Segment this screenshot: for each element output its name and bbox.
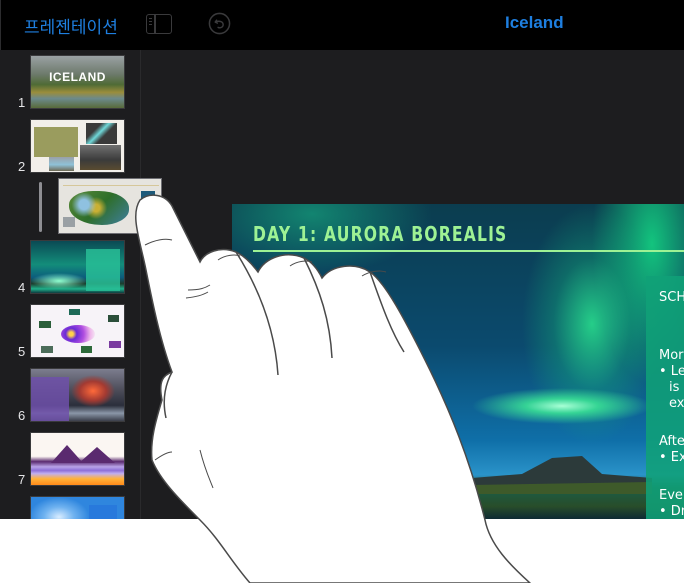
mountain-silhouette (412, 456, 652, 494)
slide-number-5: 5 (18, 344, 26, 359)
document-title: Iceland (505, 13, 564, 32)
title-underline (253, 250, 684, 252)
slide-1-title: ICELAND (49, 70, 106, 84)
schedule-line-6: • Ex (659, 450, 684, 465)
slide-number-7: 7 (18, 472, 26, 487)
slide-3-header-line (63, 185, 159, 186)
schedule-panel[interactable]: SCH Mor • Le is ex Afte • Ex Eve • Dr (646, 276, 684, 519)
slide-5-earth-diagram (61, 325, 95, 343)
slide-5-photo-6 (41, 346, 53, 353)
slide-5-photo-5 (81, 346, 92, 353)
slide-thumbnail-6[interactable] (30, 368, 125, 422)
slide-number-1: 1 (18, 95, 26, 110)
presentations-back-button[interactable]: 프레젠테이션 (24, 13, 118, 38)
slide-navigator[interactable]: ICELAND 1 2 4 5 6 7 (0, 50, 141, 519)
schedule-line-8: • Dr (659, 504, 684, 519)
slide-title[interactable]: DAY 1: AURORA BOREALIS (253, 222, 507, 246)
slide-number-6: 6 (18, 408, 26, 423)
schedule-line-2: • Le (659, 364, 684, 379)
schedule-line-3: is (669, 380, 680, 395)
slide-2-photo-river (86, 123, 117, 144)
slide-7-mountain-shape (79, 447, 115, 463)
slide-thumbnail-4[interactable] (30, 240, 125, 294)
toolbar: 프레젠테이션 Iceland (0, 0, 684, 50)
slide-5-photo-1 (39, 321, 51, 328)
schedule-line-7: Eve (659, 488, 683, 503)
slide-2-photo-mountain (80, 145, 121, 170)
slide-thumbnail-7[interactable] (30, 432, 125, 486)
slide-4-schedule-panel (86, 249, 120, 291)
slide-2-photo-lake (49, 157, 74, 171)
slide-8-text-panel (89, 505, 117, 519)
slide-thumbnail-8[interactable] (30, 496, 125, 519)
schedule-line-5: Afte (659, 434, 684, 449)
dragged-slide-thumbnail-3[interactable] (58, 178, 162, 234)
sidebar-icon[interactable] (146, 14, 172, 34)
slide-3-photo (141, 191, 155, 199)
undo-icon[interactable] (208, 12, 231, 35)
slide-2-text-box (34, 127, 78, 157)
slide-number-4: 4 (18, 280, 26, 295)
slide-thumbnail-5[interactable] (30, 304, 125, 358)
slide-6-text-panel (31, 377, 69, 421)
slide-3-map (69, 191, 129, 225)
schedule-line-1: Mor (659, 348, 684, 363)
schedule-line-4: ex (669, 396, 684, 411)
current-slide-canvas[interactable]: DAY 1: AURORA BOREALIS SCH Mor • Le is e… (232, 204, 684, 519)
drop-position-indicator (39, 182, 42, 232)
slide-5-photo-4 (109, 341, 121, 348)
slide-5-photo-2 (69, 309, 80, 315)
slide-thumbnail-2[interactable] (30, 119, 125, 173)
app-screen: 프레젠테이션 Iceland ICELAND 1 2 4 5 6 7 DAY 1… (0, 0, 684, 519)
schedule-heading: SCH (659, 290, 684, 305)
slide-number-2: 2 (18, 159, 26, 174)
slide-3-small-photo (63, 217, 75, 227)
slide-5-photo-3 (108, 315, 119, 322)
slide-thumbnail-1[interactable]: ICELAND (30, 55, 125, 109)
